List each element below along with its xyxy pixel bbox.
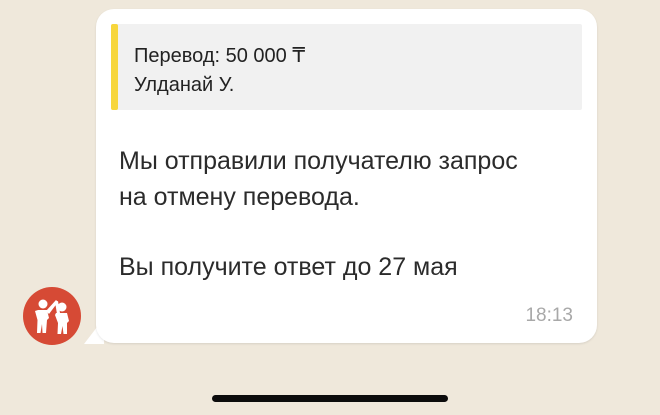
quote-accent-bar (111, 24, 118, 110)
message-line: на отмену перевода. (119, 183, 360, 211)
message-line: Мы отправили получателю запрос (119, 147, 518, 175)
message-text-reply-date: Вы получите ответ до 27 мая (119, 253, 458, 281)
two-people-high-five-icon (35, 299, 69, 334)
home-indicator[interactable] (212, 395, 448, 402)
message-bubble[interactable]: Перевод: 50 000 ₸ Улданай У. Мы отправил… (96, 9, 597, 343)
transfer-recipient: Улданай У. (134, 74, 235, 96)
sender-avatar[interactable] (23, 287, 81, 345)
message-text: Мы отправили получателю запрос на отмену… (119, 143, 518, 215)
transfer-amount: Перевод: 50 000 ₸ (134, 45, 306, 67)
message-timestamp: 18:13 (525, 305, 573, 326)
transfer-quote[interactable]: Перевод: 50 000 ₸ Улданай У. (111, 24, 582, 110)
